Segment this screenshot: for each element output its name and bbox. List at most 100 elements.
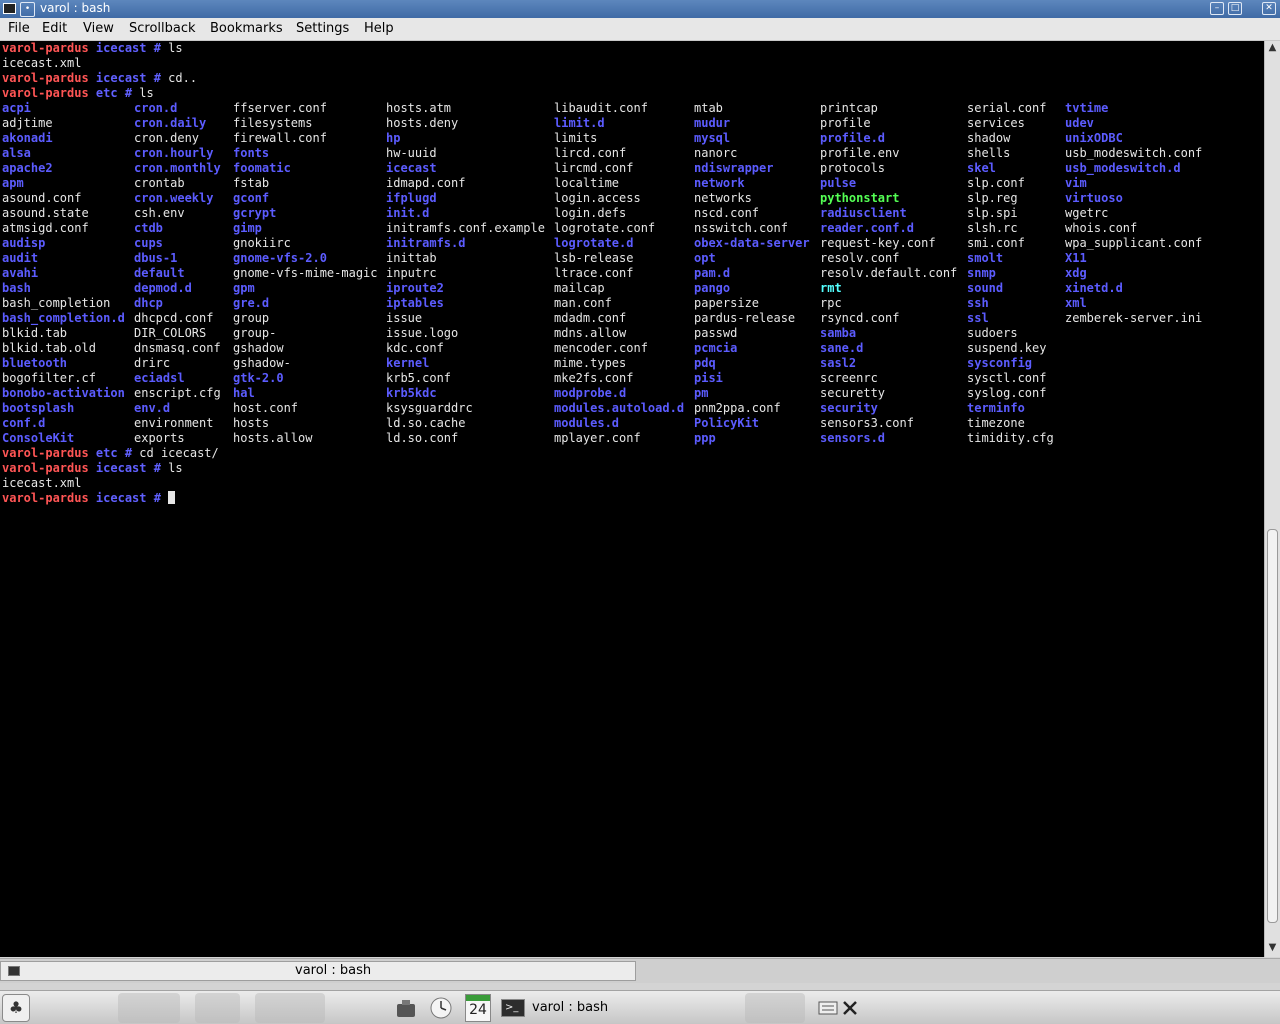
terminal-app-icon[interactable] — [3, 3, 16, 14]
file-entry: nscd.conf — [694, 206, 760, 220]
directory-entry: audisp — [2, 236, 46, 250]
file-entry: lircmd.conf — [554, 161, 634, 175]
prompt-host: varol-pardus — [2, 71, 96, 85]
file-entry: slp.spi — [967, 206, 1018, 220]
directory-entry: init.d — [386, 206, 430, 220]
directory-entry: tvtime — [1065, 101, 1109, 115]
clock-icon[interactable] — [429, 996, 453, 1020]
directory-entry: sensors.d — [820, 431, 886, 445]
directory-entry: iptables — [386, 296, 444, 310]
pin-icon[interactable]: • — [20, 2, 35, 17]
prompt-line: varol-pardus icecast # cd.. — [2, 71, 197, 86]
scroll-down-icon[interactable]: ▼ — [1265, 941, 1280, 955]
file-entry: gshadow — [233, 341, 284, 355]
file-entry: shells — [967, 146, 1011, 160]
menu-help[interactable]: Help — [364, 21, 394, 36]
directory-entry: ndiswrapper — [694, 161, 774, 175]
file-entry: drirc — [134, 356, 171, 370]
file-entry: gshadow- — [233, 356, 291, 370]
close-x-icon[interactable] — [841, 999, 859, 1017]
directory-entry: terminfo — [967, 401, 1025, 415]
file-entry: ffserver.conf — [233, 101, 327, 115]
directory-entry: pm — [694, 386, 709, 400]
file-entry: request-key.conf — [820, 236, 936, 250]
file-entry: atmsigd.conf — [2, 221, 89, 235]
file-entry: inputrc — [386, 266, 437, 280]
file-entry: firewall.conf — [233, 131, 327, 145]
file-entry: securetty — [820, 386, 886, 400]
directory-entry: ifplugd — [386, 191, 437, 205]
scroll-thumb[interactable] — [1267, 529, 1278, 923]
panel-watermark — [195, 993, 240, 1023]
file-entry: enscript.cfg — [134, 386, 221, 400]
calendar-day: 24 — [469, 1002, 487, 1018]
file-entry: networks — [694, 191, 752, 205]
prompt-line: varol-pardus etc # ls — [2, 86, 154, 101]
file-entry: group- — [233, 326, 277, 340]
directory-entry: pisi — [694, 371, 723, 385]
file-entry: slp.conf — [967, 176, 1025, 190]
file-entry: syslog.conf — [967, 386, 1047, 400]
file-entry: printcap — [820, 101, 878, 115]
file-entry: zemberek-server.ini — [1065, 311, 1203, 325]
file-entry: wgetrc — [1065, 206, 1109, 220]
keyboard-icon[interactable] — [818, 999, 838, 1017]
file-entry: screenrc — [820, 371, 878, 385]
file-entry: localtime — [554, 176, 620, 190]
maximize-button[interactable]: □ — [1228, 2, 1242, 15]
directory-entry: depmod.d — [134, 281, 192, 295]
directory-entry: PolicyKit — [694, 416, 760, 430]
file-entry: logrotate.conf — [554, 221, 656, 235]
show-desktop-icon[interactable] — [394, 996, 418, 1020]
directory-entry: gre.d — [233, 296, 270, 310]
file-entry: mplayer.conf — [554, 431, 641, 445]
file-entry: nanorc — [694, 146, 738, 160]
file-entry: man.conf — [554, 296, 612, 310]
menu-bookmarks[interactable]: Bookmarks — [210, 21, 283, 36]
file-entry: hosts — [233, 416, 270, 430]
file-entry: sysctl.conf — [967, 371, 1047, 385]
window-titlebar[interactable]: • varol : bash – □ ✕ — [0, 0, 1280, 18]
directory-entry: pulse — [820, 176, 857, 190]
file-entry: services — [967, 116, 1025, 130]
menu-settings[interactable]: Settings — [296, 21, 349, 36]
directory-entry: dhcp — [134, 296, 163, 310]
directory-entry: env.d — [134, 401, 171, 415]
directory-entry: logrotate.d — [554, 236, 634, 250]
file-entry: adjtime — [2, 116, 53, 130]
taskbar-task-button[interactable]: >_ varol : bash — [498, 994, 816, 1022]
file-entry: resolv.default.conf — [820, 266, 958, 280]
close-button[interactable]: ✕ — [1262, 2, 1276, 15]
file-entry: environment — [134, 416, 214, 430]
command-output: icecast.xml — [2, 56, 82, 70]
menu-file[interactable]: File — [8, 21, 30, 36]
file-entry: inittab — [386, 251, 437, 265]
prompt-directory: icecast # — [95, 71, 169, 85]
start-menu-button[interactable]: ♣ — [2, 994, 30, 1022]
scroll-up-icon[interactable]: ▲ — [1265, 41, 1280, 55]
file-entry: csh.env — [134, 206, 185, 220]
directory-entry: xdg — [1065, 266, 1087, 280]
directory-entry: mysql — [694, 131, 731, 145]
terminal-scrollbar[interactable]: ▲ ▼ — [1264, 41, 1280, 957]
directory-entry: usb_modeswitch.d — [1065, 161, 1181, 175]
directory-entry: bonobo-activation — [2, 386, 125, 400]
file-entry: fstab — [233, 176, 270, 190]
terminal-output[interactable]: varol-pardus icecast # ls icecast.xml varo… — [0, 41, 1264, 957]
prompt-line: varol-pardus icecast # ls — [2, 461, 183, 476]
prompt-directory: etc # — [95, 446, 140, 460]
session-tab[interactable]: varol : bash — [0, 961, 636, 981]
directory-entry: opt — [694, 251, 716, 265]
file-entry: crontab — [134, 176, 185, 190]
calendar-icon[interactable]: 24 — [465, 994, 491, 1022]
menu-edit[interactable]: Edit — [42, 21, 67, 36]
file-entry: group — [233, 311, 270, 325]
prompt-host: varol-pardus — [2, 461, 96, 475]
directory-entry: ppp — [694, 431, 716, 445]
directory-entry: vim — [1065, 176, 1087, 190]
file-entry: DIR_COLORS — [134, 326, 207, 340]
menu-scrollback[interactable]: Scrollback — [129, 21, 196, 36]
minimize-button[interactable]: – — [1210, 2, 1224, 15]
menu-view[interactable]: View — [83, 21, 114, 36]
directory-entry: ssh — [967, 296, 989, 310]
